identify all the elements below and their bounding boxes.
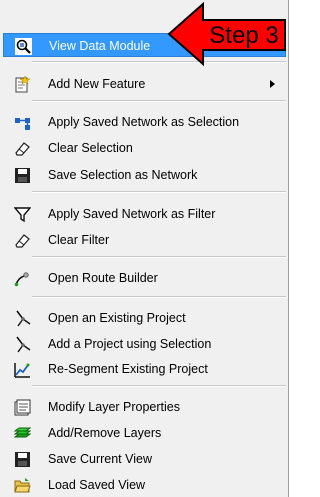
- menu-item-label: Clear Selection: [48, 141, 133, 155]
- filter-funnel-icon: [13, 206, 32, 223]
- menu-separator: [32, 191, 286, 193]
- menu-item-label: Add New Feature: [48, 77, 146, 91]
- menu-item-add-new-feature[interactable]: Add New Feature: [3, 72, 286, 96]
- layers-stack-icon: [13, 425, 32, 442]
- menu-item-add-remove-layers[interactable]: Add/Remove Layers: [3, 421, 286, 445]
- resegment-chart-icon: [14, 361, 31, 378]
- eraser-icon: [14, 232, 31, 249]
- magnifier-data-icon: [15, 38, 32, 55]
- menu-item-label: Open Route Builder: [48, 271, 158, 285]
- menu-separator: [32, 296, 286, 298]
- menu-item-apply-network-filter[interactable]: Apply Saved Network as Filter: [3, 202, 286, 226]
- step-callout-text: Step 3: [209, 22, 279, 49]
- menu-item-apply-network-selection[interactable]: Apply Saved Network as Selection: [3, 110, 286, 134]
- menu-item-label: Save Current View: [48, 452, 152, 466]
- menu-item-add-project-selection[interactable]: Add a Project using Selection: [3, 332, 286, 356]
- project-compass-icon: [14, 310, 31, 327]
- menu-separator: [32, 100, 286, 102]
- floppy-disk-icon: [14, 451, 31, 468]
- menu-item-save-selection-network[interactable]: Save Selection as Network: [3, 163, 286, 187]
- project-compass-icon: [14, 336, 31, 353]
- menu-item-modify-layer-properties[interactable]: Modify Layer Properties: [3, 395, 286, 419]
- menu-item-label: Add/Remove Layers: [48, 426, 162, 440]
- menu-item-label: Save Selection as Network: [48, 168, 198, 182]
- menu-separator: [32, 385, 286, 387]
- menu-item-load-saved-view[interactable]: Load Saved View: [3, 473, 286, 497]
- menu-item-label: Open an Existing Project: [48, 311, 186, 325]
- menu-item-open-route-builder[interactable]: Open Route Builder: [3, 266, 286, 290]
- route-builder-icon: [14, 270, 31, 287]
- floppy-disk-icon: [14, 167, 31, 184]
- eraser-icon: [14, 140, 31, 157]
- menu-item-label: Apply Saved Network as Filter: [48, 207, 216, 221]
- layer-properties-icon: [14, 399, 31, 416]
- menu-item-label: Add a Project using Selection: [48, 337, 212, 351]
- open-folder-icon: [14, 477, 31, 494]
- network-selection-icon: [14, 114, 31, 131]
- menu-item-label: Modify Layer Properties: [48, 400, 181, 414]
- menu-item-label: Load Saved View: [48, 478, 146, 492]
- menu-item-resegment-project[interactable]: Re-Segment Existing Project: [3, 357, 286, 381]
- menu-item-label: Re-Segment Existing Project: [48, 362, 208, 376]
- menu-item-label: View Data Module: [49, 39, 151, 53]
- submenu-arrow-icon: [270, 80, 275, 88]
- menu-item-open-existing-project[interactable]: Open an Existing Project: [3, 306, 286, 330]
- menu-item-label: Apply Saved Network as Selection: [48, 115, 240, 129]
- menu-separator: [32, 256, 286, 258]
- menu-item-clear-selection[interactable]: Clear Selection: [3, 136, 286, 160]
- context-menu: View Data Module Add New Feature Apply S…: [0, 0, 289, 497]
- new-feature-icon: [14, 75, 31, 93]
- menu-item-clear-filter[interactable]: Clear Filter: [3, 228, 286, 252]
- step-callout-arrow: Step 3: [167, 2, 287, 66]
- menu-item-label: Clear Filter: [48, 233, 110, 247]
- menu-item-save-current-view[interactable]: Save Current View: [3, 447, 286, 471]
